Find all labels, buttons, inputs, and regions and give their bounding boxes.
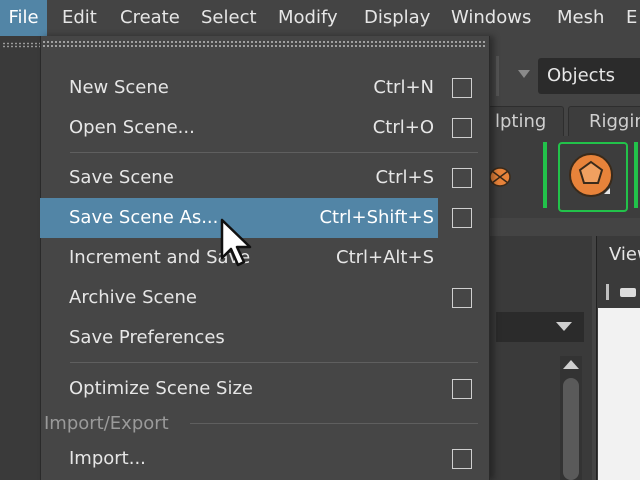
left-tool-strip [0,36,42,480]
menu-item-label: Save Scene [69,167,174,188]
option-box-icon[interactable] [452,78,472,98]
menu-tearoff-handle[interactable] [42,40,486,48]
menu-create[interactable]: Create [120,0,180,36]
shelf-divider [543,142,547,208]
option-box-icon[interactable] [452,208,472,228]
option-box-icon[interactable] [452,118,472,138]
menu-item-open-scene[interactable]: Open Scene... Ctrl+O [40,108,438,148]
selection-mode-value: Objects [547,65,616,86]
chevron-down-icon[interactable] [518,70,530,78]
menu-item-archive-scene[interactable]: Archive Scene [40,278,438,318]
sculpt-tool-icon[interactable] [488,160,522,194]
scroll-up-icon[interactable] [563,360,579,369]
menu-divider [70,362,478,363]
strip-grip[interactable] [2,42,40,48]
menu-item-label: Open Scene... [69,117,195,138]
menu-item-label: Optimize Scene Size [69,378,253,399]
view-panel-title: View [609,244,640,265]
shelf-divider [634,142,638,208]
shelf-tab-rigging[interactable]: Riggin [568,106,640,137]
menu-item-shortcut: Ctrl+O [372,117,434,138]
scrollbar-thumb[interactable] [563,378,579,480]
chevron-down-icon[interactable] [556,322,572,331]
menu-item-optimize-scene-size[interactable]: Optimize Scene Size [40,369,438,409]
menu-item-label: Save Preferences [69,327,225,348]
menu-display[interactable]: Display [364,0,430,36]
menu-item-shortcut: Ctrl+S [375,167,434,188]
menu-item-shortcut: Ctrl+N [373,77,434,98]
viewport[interactable] [598,308,640,480]
menu-item-shortcut: Ctrl+Shift+S [319,207,434,228]
menu-item-label: Import... [69,448,146,469]
menu-item-shortcut: Ctrl+Alt+S [336,247,434,268]
option-box-icon[interactable] [452,449,472,469]
menu-item-new-scene[interactable]: New Scene Ctrl+N [40,68,438,108]
toolbar-separator [496,56,499,96]
camera-icon[interactable] [604,282,640,302]
section-header-import-export: Import/Export [44,413,169,434]
menu-edit[interactable]: Edit [62,0,97,36]
menu-item-save-scene[interactable]: Save Scene Ctrl+S [40,158,438,198]
selection-mode-dropdown[interactable]: Objects [538,58,640,94]
menu-edit-mesh-partial[interactable]: E [626,0,637,36]
option-box-icon[interactable] [452,168,472,188]
menu-item-save-preferences[interactable]: Save Preferences [40,318,438,358]
menu-bar: File Edit Create Select Modify Display W… [0,0,640,36]
option-box-icon[interactable] [452,379,472,399]
option-box-icon[interactable] [452,288,472,308]
menu-divider [190,423,478,424]
menu-divider [70,152,478,153]
menu-file[interactable]: File [0,0,47,36]
menu-item-label: Archive Scene [69,287,197,308]
shelf-tab-label: lpting [495,111,547,132]
menu-item-label: New Scene [69,77,169,98]
menu-item-label: Save Scene As... [69,207,219,228]
mouse-pointer-icon [220,218,252,267]
menu-windows[interactable]: Windows [451,0,531,36]
polygon-sphere-icon[interactable] [566,150,616,200]
menu-select[interactable]: Select [201,0,257,36]
menu-mesh[interactable]: Mesh [557,0,604,36]
menu-modify[interactable]: Modify [278,0,338,36]
shelf-tab-label: Riggin [589,111,640,132]
menu-item-import[interactable]: Import... [40,439,438,479]
shelf-tab-sculpting[interactable]: lpting [488,106,564,137]
